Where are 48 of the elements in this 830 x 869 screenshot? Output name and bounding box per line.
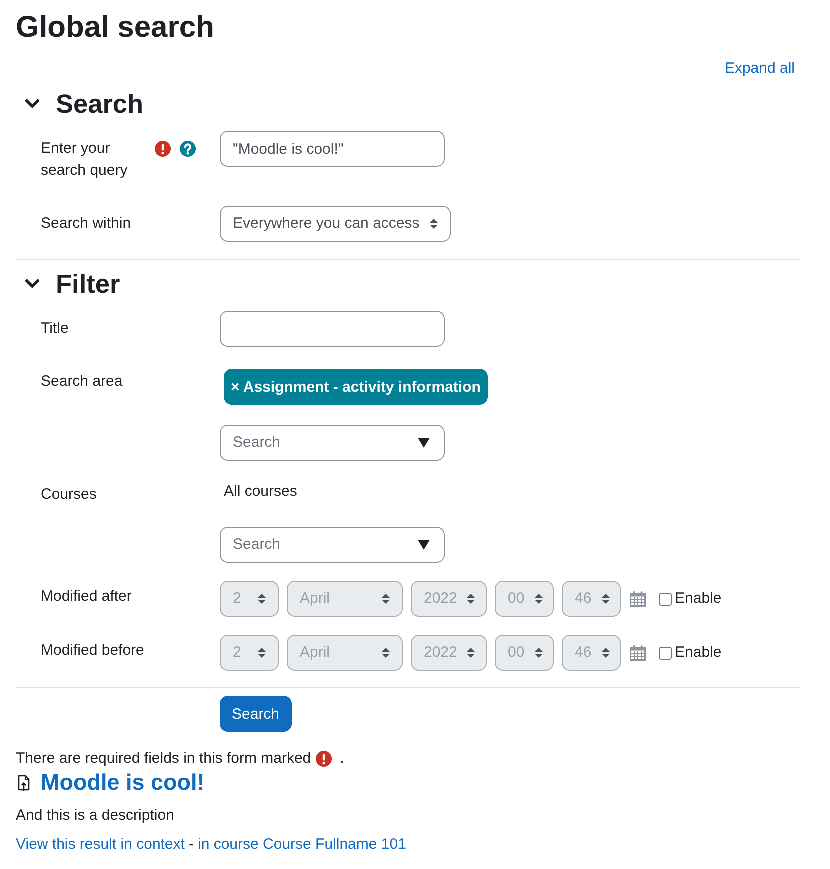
calendar-icon[interactable] (630, 591, 646, 607)
enable-label: Enable (675, 643, 722, 663)
required-note-text: There are required fields in this form marked (16, 749, 312, 769)
calendar-icon[interactable] (630, 645, 646, 661)
up-down-arrows-icon (258, 647, 266, 659)
help-icon[interactable] (180, 141, 196, 157)
enable-checkbox[interactable] (659, 646, 672, 660)
field-label: Courses (41, 485, 98, 505)
separator-text: - (188, 835, 194, 855)
section-toggle[interactable]: Search (25, 86, 144, 122)
text-input[interactable]: "Moodle is cool!" (220, 131, 445, 167)
enable-checkbox[interactable] (659, 592, 672, 606)
field-label: Enter your search query (41, 139, 129, 181)
caret-down-icon (418, 540, 430, 550)
selected-area-chip[interactable]: × Assignment - activity information (224, 369, 488, 405)
field-label: Title (41, 319, 70, 339)
up-down-arrows-icon (430, 218, 438, 230)
page-title: Global search (16, 10, 214, 46)
expand-all-link[interactable]: Expand all (724, 58, 795, 80)
field-label: Search within (41, 214, 132, 234)
file-icon (18, 775, 30, 791)
search-button[interactable]: Search (220, 696, 292, 732)
up-down-arrows-icon (602, 647, 610, 659)
up-down-arrows-icon (534, 593, 543, 605)
up-down-arrows-icon (534, 647, 543, 659)
up-down-arrows-icon (467, 593, 476, 605)
text-input[interactable] (220, 311, 445, 347)
required-note-period: . (340, 749, 344, 769)
result-description: And this is a description (16, 806, 174, 826)
field-label: Modified after (41, 587, 133, 607)
autocomplete-search-field[interactable]: Search (220, 527, 445, 563)
result-title-link[interactable]: Moodle is cool! (41, 770, 205, 796)
field-label: Search area (41, 372, 124, 392)
field-label: Modified before (41, 641, 146, 661)
view-in-context-link[interactable]: View this result in context (16, 834, 185, 856)
enable-label: Enable (675, 589, 722, 609)
up-down-arrows-icon (467, 647, 476, 659)
course-link[interactable]: in course Course Fullname 101 (198, 834, 406, 856)
section-toggle[interactable]: Filter (25, 266, 120, 302)
selection-text: All courses (223, 482, 298, 502)
up-down-arrows-icon (382, 647, 390, 659)
up-down-arrows-icon (258, 593, 266, 605)
search-within-select[interactable]: Everywhere you can access (220, 206, 451, 242)
up-down-arrows-icon (602, 593, 610, 605)
up-down-arrows-icon (382, 593, 390, 605)
required-icon (316, 751, 332, 767)
caret-down-icon (418, 438, 430, 448)
autocomplete-search-field[interactable]: Search (220, 425, 445, 461)
